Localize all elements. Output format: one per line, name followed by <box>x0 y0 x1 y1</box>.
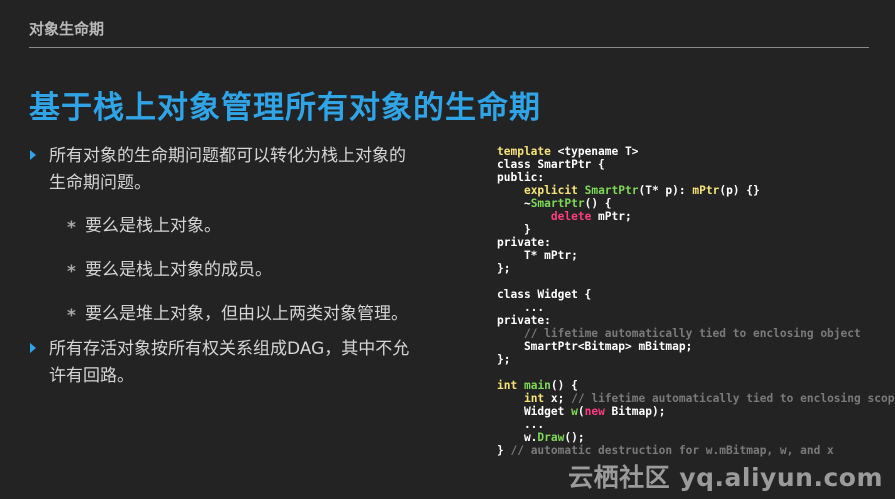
code-token: main <box>523 379 551 392</box>
code-token: (p) {} <box>719 184 760 197</box>
asterisk-icon: * <box>67 306 76 326</box>
header-divider <box>29 47 869 48</box>
code-token: SmartPtr <box>530 197 585 210</box>
bullet-arrow-icon <box>30 150 36 160</box>
code-token: ~ <box>497 197 531 210</box>
code-token: SmartPtr <box>584 184 639 197</box>
sub-bullet-item: * 要么是栈上对象的成员。 <box>30 257 460 284</box>
code-token: mPtr <box>692 184 720 197</box>
code-comment: // automatic destruction for w.mBitmap, … <box>510 444 834 457</box>
code-token: () { <box>584 197 612 210</box>
code-token: mPtr; <box>591 210 632 223</box>
code-token: explicit <box>523 184 578 197</box>
code-token: (T* p): <box>638 184 693 197</box>
code-line: }; <box>497 262 511 275</box>
code-token: ( <box>577 405 585 418</box>
asterisk-icon: * <box>67 218 76 238</box>
slide-title: 基于栈上对象管理所有对象的生命期 <box>29 90 541 126</box>
code-token: } <box>497 444 511 457</box>
code-line: }; <box>497 353 511 366</box>
sub-bullet-text: 要么是堆上对象，但由以上两类对象管理。 <box>85 304 408 324</box>
code-token: <typename T> <box>550 145 639 158</box>
code-line: private: <box>497 236 551 249</box>
code-line: SmartPtr<Bitmap> mBitmap; <box>497 340 693 353</box>
asterisk-icon: * <box>67 262 76 282</box>
bullet-text: 许有回路。 <box>49 366 134 386</box>
bullet-arrow-icon <box>30 343 36 353</box>
sub-bullet-text: 要么是栈上对象的成员。 <box>85 260 272 280</box>
section-header: 对象生命期 <box>29 20 105 38</box>
code-token: x; <box>544 392 572 405</box>
code-block: template <typename T> class SmartPtr { p… <box>497 145 895 457</box>
bullet-item-1: 所有对象的生命期问题都可以转化为栈上对象的 生命期问题。 <box>30 143 460 197</box>
bullet-text: 所有对象的生命期问题都可以转化为栈上对象的 <box>49 146 406 166</box>
code-line: class Widget { <box>497 288 592 301</box>
code-line: ... <box>497 418 545 431</box>
code-comment: // lifetime automatically tied to enclos… <box>571 392 895 405</box>
code-line: public: <box>497 171 545 184</box>
sub-bullet-item: * 要么是栈上对象。 <box>30 213 460 240</box>
code-token: Bitmap); <box>604 405 666 418</box>
bullet-item-2: 所有存活对象按所有权关系组成DAG，其中不允 许有回路。 <box>30 336 460 390</box>
bullet-text: 所有存活对象按所有权关系组成DAG，其中不允 <box>49 339 410 359</box>
code-token: (); <box>564 431 585 444</box>
bullet-list: 所有对象的生命期问题都可以转化为栈上对象的 生命期问题。 * 要么是栈上对象。 … <box>30 143 460 390</box>
code-token: w <box>571 405 578 418</box>
code-token: new <box>584 405 605 418</box>
code-line: } <box>497 223 531 236</box>
code-line: ... <box>497 301 545 314</box>
bullet-text: 生命期问题。 <box>49 173 151 193</box>
code-comment: // lifetime automatically tied to enclos… <box>523 327 861 340</box>
code-token: () { <box>550 379 578 392</box>
code-token: Draw <box>537 431 565 444</box>
code-token: w. <box>497 431 538 444</box>
sub-bullet-item: * 要么是堆上对象，但由以上两类对象管理。 <box>30 301 460 328</box>
code-line: T* mPtr; <box>497 249 578 262</box>
watermark-logo: 云栖社区 yq.aliyun.com <box>568 463 883 492</box>
code-token: int <box>523 392 545 405</box>
code-token: Widget <box>497 405 572 418</box>
code-token: template <box>497 145 551 158</box>
code-token: int <box>497 379 518 392</box>
code-line: private: <box>497 314 551 327</box>
sub-bullet-text: 要么是栈上对象。 <box>85 216 221 236</box>
code-line: class SmartPtr { <box>497 158 605 171</box>
code-token: delete <box>550 210 592 223</box>
